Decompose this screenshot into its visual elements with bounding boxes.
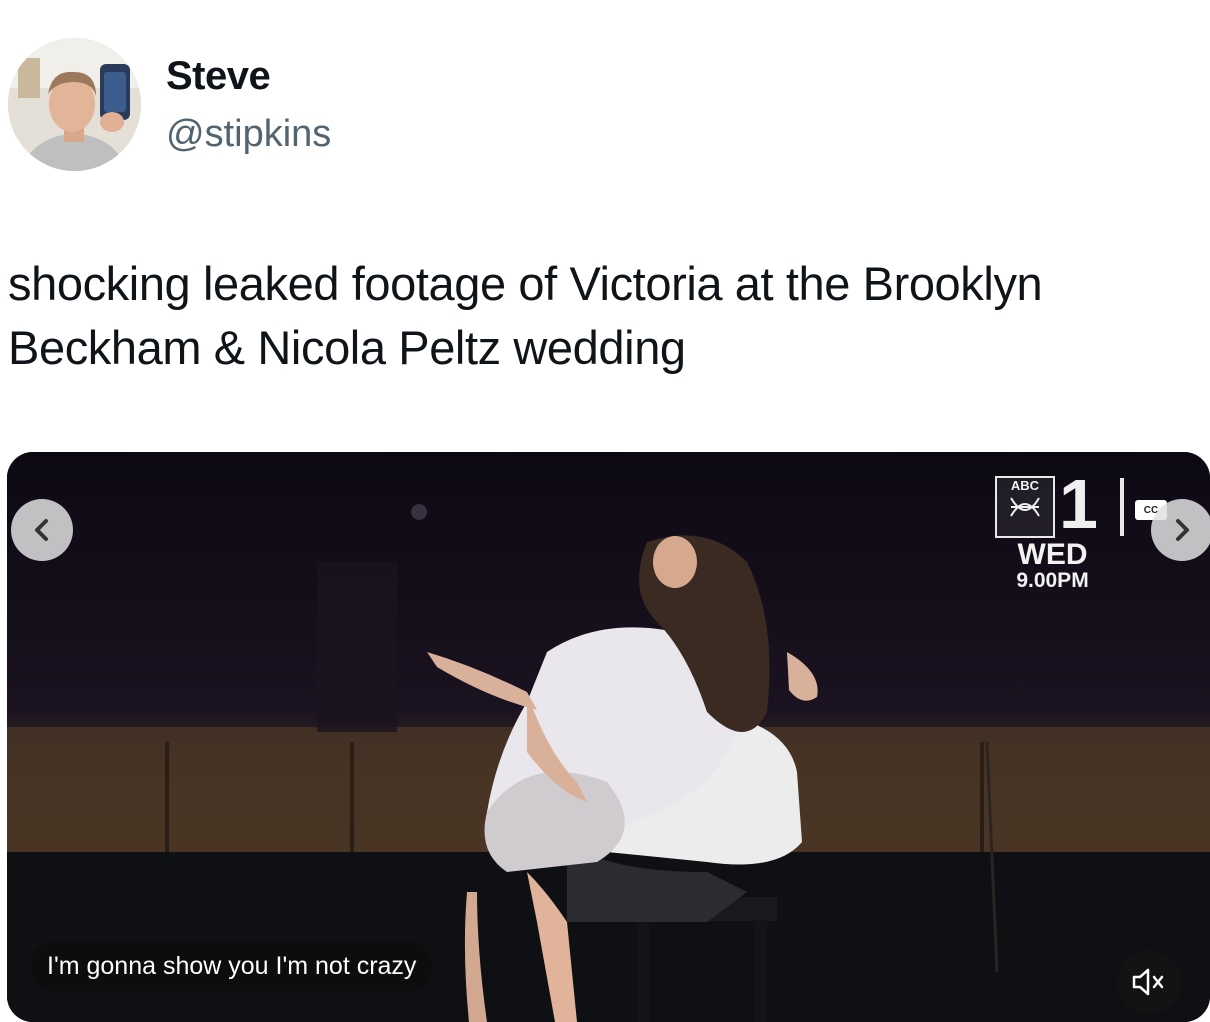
abc-lissajous-icon <box>1010 497 1040 517</box>
previous-media-button[interactable] <box>11 499 73 561</box>
video-caption: I'm gonna show you I'm not crazy <box>31 942 433 991</box>
tweet-video[interactable]: ABC 1 WED 9.00PM CC I'm gonna show you I… <box>7 452 1210 1022</box>
chevron-left-icon <box>35 519 48 541</box>
abc-logo-icon: ABC <box>995 476 1055 538</box>
chevron-right-icon <box>1176 519 1189 541</box>
avatar[interactable] <box>8 38 141 171</box>
profile-photo <box>8 38 141 171</box>
channel-number: 1 <box>1059 465 1098 543</box>
airing-time: 9.00PM <box>1016 569 1089 592</box>
tweet-text: shocking leaked footage of Victoria at t… <box>8 257 1043 374</box>
speaker-muted-icon <box>1132 968 1164 996</box>
channel-logo: ABC 1 WED 9.00PM <box>995 465 1124 592</box>
mute-toggle-button[interactable] <box>1117 950 1181 1014</box>
channel-brand: ABC <box>1010 478 1040 493</box>
author-name[interactable]: Steve <box>166 54 271 99</box>
logo-divider <box>1120 478 1124 536</box>
airing-day: WED <box>1017 538 1088 571</box>
next-media-button[interactable] <box>1151 499 1210 561</box>
author-handle[interactable]: @stipkins <box>166 113 331 156</box>
